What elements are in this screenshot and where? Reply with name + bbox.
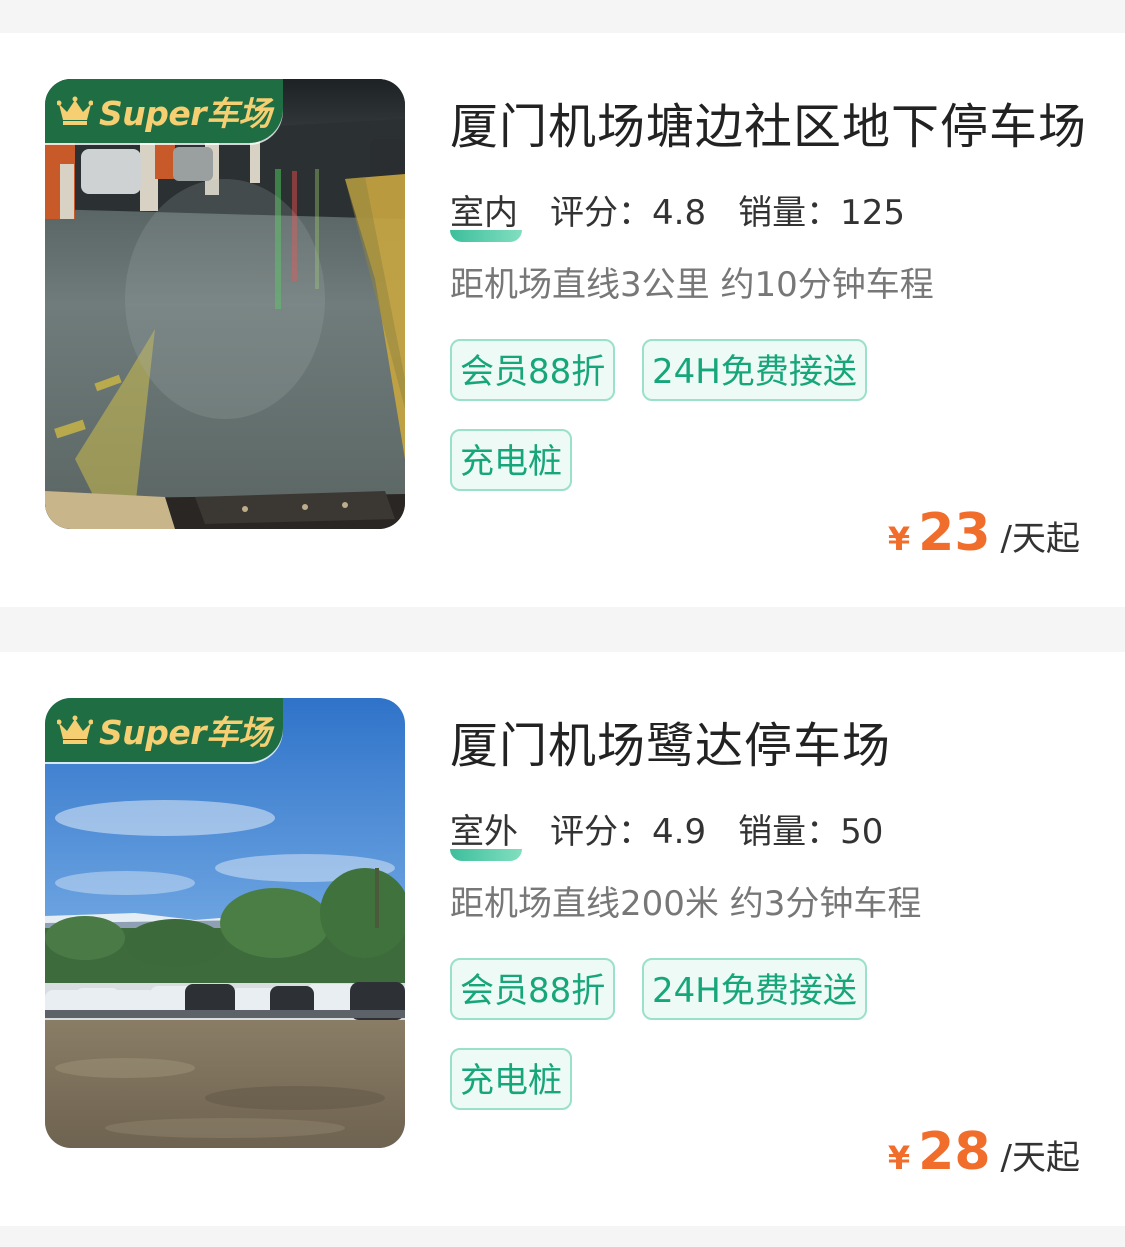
bottom-spacer bbox=[0, 1226, 1125, 1244]
super-badge: Super车场 bbox=[45, 79, 283, 143]
price-amount: 23 bbox=[918, 503, 991, 563]
tag-free-shuttle: 24H免费接送 bbox=[642, 958, 867, 1020]
rating: 评分：4.8 bbox=[550, 185, 706, 234]
crown-icon bbox=[57, 715, 93, 744]
rating-label: 评分： bbox=[550, 193, 652, 233]
price-amount: 28 bbox=[918, 1122, 991, 1182]
listing-meta: 室外 评分：4.9 销量：50 bbox=[450, 804, 915, 861]
currency-symbol: ¥ bbox=[887, 520, 911, 558]
super-badge-label: Super车场 bbox=[99, 713, 272, 752]
environment-label: 室外 bbox=[450, 804, 522, 861]
tag-charging: 充电桩 bbox=[450, 1048, 572, 1110]
sales: 销量：125 bbox=[738, 185, 905, 234]
distance-text: 距机场直线3公里 约10分钟车程 bbox=[450, 265, 934, 305]
rating-value: 4.8 bbox=[652, 193, 707, 233]
tag-charging: 充电桩 bbox=[450, 429, 572, 491]
listing-title[interactable]: 厦门机场鹭达停车场 bbox=[450, 706, 891, 776]
top-spacer bbox=[0, 0, 1125, 33]
environment-label: 室内 bbox=[450, 185, 522, 242]
super-badge-label: Super车场 bbox=[99, 94, 272, 133]
parking-lot-card[interactable]: Super车场 厦门机场塘边社区地下停车场 室内 评分：4.8 销量：125 距… bbox=[0, 33, 1125, 607]
parking-lot-card[interactable]: Super车场 厦门机场鹭达停车场 室外 评分：4.9 销量：50 距机场直线2… bbox=[0, 652, 1125, 1226]
parking-lot-photo: Super车场 bbox=[45, 698, 405, 1148]
tag-member-discount: 会员88折 bbox=[450, 958, 616, 1020]
crown-icon bbox=[57, 96, 93, 125]
listing-meta: 室内 评分：4.8 销量：125 bbox=[450, 185, 937, 242]
rating-label: 评分： bbox=[550, 812, 652, 852]
sales-label: 销量： bbox=[738, 193, 841, 233]
price-unit: /天起 bbox=[1000, 1138, 1080, 1178]
price-unit: /天起 bbox=[1000, 519, 1080, 559]
sales-value: 125 bbox=[840, 193, 905, 233]
rating-value: 4.9 bbox=[652, 812, 707, 852]
price: ¥ 28 /天起 bbox=[888, 1122, 1080, 1182]
super-badge: Super车场 bbox=[45, 698, 283, 762]
sales-label: 销量： bbox=[738, 812, 841, 852]
price: ¥ 23 /天起 bbox=[888, 503, 1080, 563]
rating: 评分：4.9 bbox=[550, 804, 706, 853]
listing-title[interactable]: 厦门机场塘边社区地下停车场 bbox=[450, 87, 1087, 157]
tag-member-discount: 会员88折 bbox=[450, 339, 616, 401]
environment-text: 室外 bbox=[450, 812, 518, 852]
parking-lot-photo: Super车场 bbox=[45, 79, 405, 529]
environment-text: 室内 bbox=[450, 193, 518, 233]
tag-free-shuttle: 24H免费接送 bbox=[642, 339, 867, 401]
currency-symbol: ¥ bbox=[887, 1139, 911, 1177]
sales-value: 50 bbox=[840, 812, 884, 852]
card-divider bbox=[0, 607, 1125, 652]
distance-text: 距机场直线200米 约3分钟车程 bbox=[450, 884, 922, 924]
sales: 销量：50 bbox=[738, 804, 883, 853]
